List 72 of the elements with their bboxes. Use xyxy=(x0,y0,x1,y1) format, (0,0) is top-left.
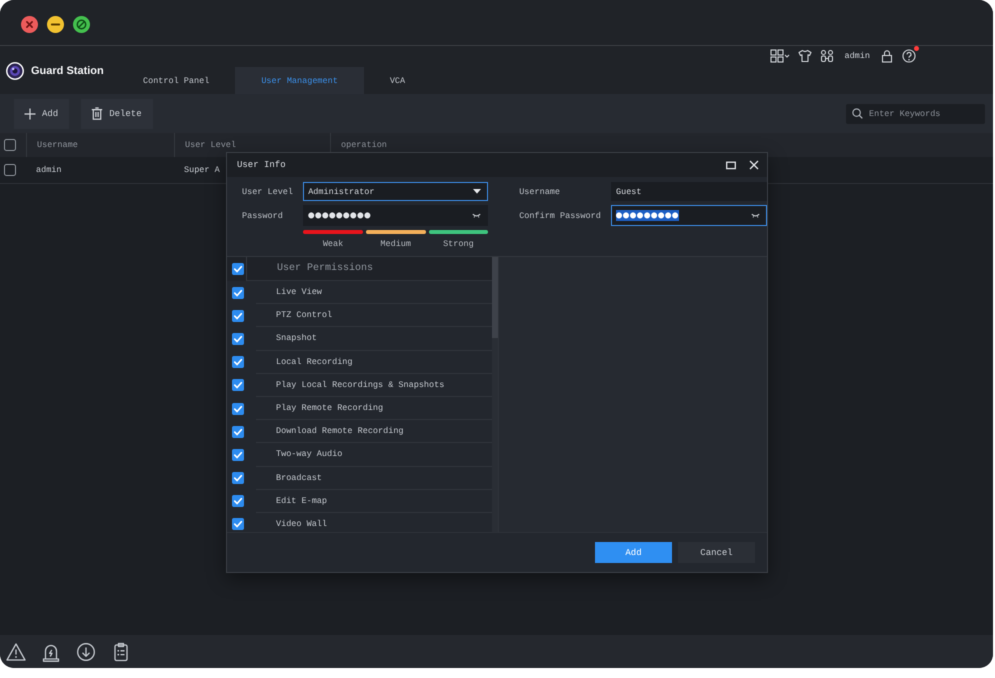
minimize-icon[interactable] xyxy=(47,16,64,33)
closed-eye-icon xyxy=(751,212,760,218)
checkbox[interactable] xyxy=(4,139,16,151)
scrollbar-track[interactable] xyxy=(492,257,498,532)
grid-dropdown-icon[interactable] xyxy=(770,49,790,63)
column-header: User Level xyxy=(185,140,236,150)
table-cell: Super A xyxy=(184,165,220,175)
password-field[interactable]: ●●●●●●●●● xyxy=(611,205,767,226)
close-icon[interactable] xyxy=(749,160,759,170)
tab[interactable]: Control Panel xyxy=(117,67,236,94)
permission-label: Snapshot xyxy=(276,333,317,344)
field-label: Confirm Password xyxy=(519,210,602,220)
permissions-header: User Permissions xyxy=(277,263,374,274)
strength-label: Medium xyxy=(380,239,411,249)
table-cell: admin xyxy=(36,165,62,175)
caret-down-icon xyxy=(473,189,482,194)
search-icon xyxy=(852,108,863,119)
checkbox[interactable] xyxy=(232,495,244,508)
maximize-icon[interactable] xyxy=(73,16,90,33)
checkbox[interactable] xyxy=(232,472,244,484)
lock-icon[interactable] xyxy=(880,49,894,63)
checkbox[interactable] xyxy=(232,402,244,415)
permission-label: Two-way Audio xyxy=(276,449,342,460)
permission-label: Play Local Recordings & Snapshots xyxy=(276,380,444,390)
help-icon[interactable] xyxy=(902,49,916,63)
checkbox[interactable] xyxy=(4,164,16,176)
permission-label: PTZ Control xyxy=(276,310,332,320)
cancel-button[interactable]: Cancel xyxy=(678,542,755,563)
tab[interactable]: User Management xyxy=(235,67,364,94)
checkbox[interactable] xyxy=(232,448,244,461)
checkbox[interactable] xyxy=(232,332,244,345)
scrollbar-thumb[interactable] xyxy=(492,257,498,338)
checkbox[interactable] xyxy=(232,426,244,438)
strength-label: Weak xyxy=(322,239,344,249)
add-button[interactable]: Add xyxy=(14,98,70,128)
trash-icon xyxy=(91,107,104,120)
search-field[interactable]: Enter Keywords xyxy=(846,104,985,124)
field-label: Password xyxy=(242,210,284,220)
checkbox[interactable] xyxy=(232,356,244,368)
permission-label: Local Recording xyxy=(276,356,353,367)
lens-logo-icon xyxy=(6,62,24,80)
delete-button[interactable]: Delete xyxy=(81,98,153,128)
closed-eye-icon xyxy=(472,212,482,218)
strength-label: Strong xyxy=(443,239,474,249)
permission-label: Live View xyxy=(276,287,322,298)
checkbox[interactable] xyxy=(232,518,244,530)
maximize-icon[interactable] xyxy=(726,160,736,170)
username-label: admin xyxy=(844,51,870,61)
app-name: Guard Station xyxy=(31,64,104,76)
permission-label: Broadcast xyxy=(276,472,322,483)
password-field[interactable]: ●●●●●●●●● xyxy=(303,205,488,226)
warning-icon[interactable] xyxy=(6,642,26,662)
permission-label: Video Wall xyxy=(276,518,328,529)
column-header: Username xyxy=(37,140,78,150)
field-label: Username xyxy=(519,186,561,196)
download-icon[interactable] xyxy=(76,642,96,662)
tab[interactable]: VCA xyxy=(364,67,432,94)
checkbox[interactable] xyxy=(232,286,244,299)
column-header: operation xyxy=(341,140,387,150)
shirt-icon[interactable] xyxy=(798,49,812,63)
dialog-title: User Info xyxy=(237,160,287,170)
field-label: User Level xyxy=(242,186,294,196)
permission-label: Download Remote Recording xyxy=(276,426,404,436)
checkbox[interactable] xyxy=(232,379,244,392)
permission-label: Play Remote Recording xyxy=(276,403,384,414)
checkbox[interactable] xyxy=(232,310,244,322)
permission-label: Edit E-map xyxy=(276,496,328,506)
users-icon[interactable] xyxy=(820,49,834,63)
dropdown[interactable]: Administrator xyxy=(303,182,488,201)
text-field[interactable]: Guest xyxy=(611,182,767,201)
plus-icon xyxy=(24,108,36,120)
checkbox[interactable] xyxy=(232,263,244,275)
